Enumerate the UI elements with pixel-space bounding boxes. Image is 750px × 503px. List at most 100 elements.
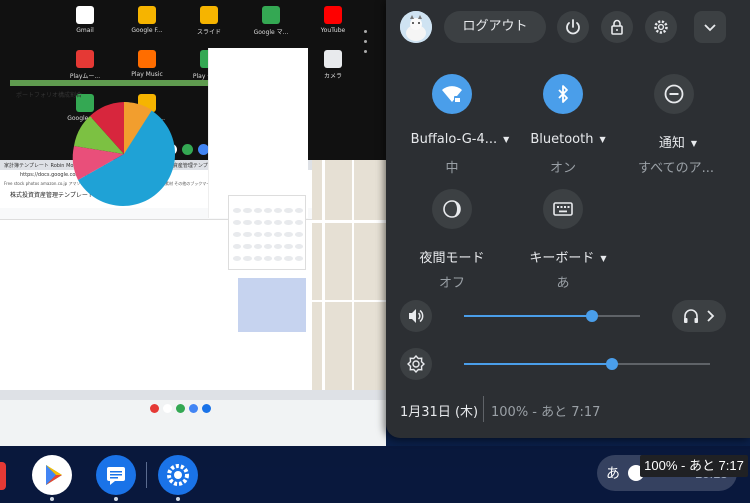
app-tile[interactable]: スライド xyxy=(184,6,234,36)
calendar-day[interactable] xyxy=(274,256,283,261)
calendar-day[interactable] xyxy=(253,220,262,225)
night-mode-icon xyxy=(443,200,461,218)
app-tile[interactable]: Google F... xyxy=(122,6,172,34)
lock-button[interactable] xyxy=(601,11,633,43)
lock-icon xyxy=(611,19,623,35)
wifi-label[interactable]: Buffalo-G-4... ▼ xyxy=(400,132,520,147)
play-store-app[interactable] xyxy=(32,455,72,495)
keyboard-label[interactable]: キーボード ▼ xyxy=(508,247,628,266)
wifi-icon xyxy=(442,86,462,102)
calendar-day[interactable] xyxy=(253,208,262,213)
ime-indicator: あ xyxy=(606,466,620,482)
app-icon xyxy=(138,50,156,68)
calendar-day[interactable] xyxy=(284,220,293,225)
wifi-status: 中 xyxy=(445,161,459,176)
notification-label[interactable]: 通知 ▼ xyxy=(618,132,738,151)
bluetooth-label[interactable]: Bluetooth ▼ xyxy=(508,132,628,147)
calendar-day[interactable] xyxy=(243,208,252,213)
calendar-day[interactable] xyxy=(274,244,283,249)
bluetooth-status: オン xyxy=(549,161,576,176)
launcher-page-dots[interactable] xyxy=(364,30,368,60)
mute-button[interactable] xyxy=(400,300,432,332)
calendar-day[interactable] xyxy=(263,232,273,237)
dropdown-arrow-icon: ▼ xyxy=(599,135,606,144)
calendar-day[interactable] xyxy=(233,208,242,213)
calendar-popup[interactable] xyxy=(228,195,306,270)
date-label[interactable]: 1月31日 (木) xyxy=(400,401,478,420)
calendar-day[interactable] xyxy=(294,208,303,213)
app-label: カメラ xyxy=(323,73,342,80)
calendar-day[interactable] xyxy=(274,208,283,213)
logout-button[interactable]: ログアウト xyxy=(444,11,546,43)
settings-button[interactable] xyxy=(645,11,677,43)
calendar-day[interactable] xyxy=(284,244,293,249)
notification-status: すべてのア... xyxy=(638,161,714,176)
calendar-day[interactable] xyxy=(263,208,273,213)
bluetooth-toggle[interactable] xyxy=(543,74,583,114)
running-indicator xyxy=(176,497,180,501)
calendar-day[interactable] xyxy=(243,232,252,237)
calendar-day[interactable] xyxy=(274,232,283,237)
calendar-day[interactable] xyxy=(253,244,262,249)
calendar-day[interactable] xyxy=(243,244,252,249)
calendar-day[interactable] xyxy=(253,256,262,261)
app-icon xyxy=(200,6,218,24)
brightness-button xyxy=(400,348,432,380)
calendar-day[interactable] xyxy=(233,244,242,249)
shelf-divider xyxy=(146,462,147,488)
brightness-icon xyxy=(407,355,425,373)
map-window[interactable] xyxy=(312,160,386,390)
audio-settings-button[interactable] xyxy=(672,300,726,332)
settings-app[interactable] xyxy=(158,455,198,495)
power-button[interactable] xyxy=(557,11,589,43)
calendar-day[interactable] xyxy=(284,256,293,261)
calendar-day[interactable] xyxy=(263,244,273,249)
notification-toggle[interactable] xyxy=(654,74,694,114)
app-tile[interactable]: Google マ... xyxy=(246,6,296,36)
calendar-day[interactable] xyxy=(233,220,242,225)
app-icon xyxy=(76,6,94,24)
app-icon xyxy=(76,50,94,68)
keyboard-status: あ xyxy=(556,276,570,291)
app-tile[interactable]: YouTube xyxy=(308,6,358,34)
calendar-day[interactable] xyxy=(284,208,293,213)
do-not-disturb-icon xyxy=(664,84,684,104)
calendar-day[interactable] xyxy=(243,256,252,261)
running-indicator xyxy=(114,497,118,501)
calendar-day[interactable] xyxy=(253,232,262,237)
keyboard-toggle[interactable] xyxy=(543,189,583,229)
calendar-day[interactable] xyxy=(274,220,283,225)
app-label: YouTube xyxy=(320,27,346,34)
chevron-down-icon xyxy=(704,24,716,32)
calendar-day[interactable] xyxy=(233,256,242,261)
calendar-day[interactable] xyxy=(294,232,303,237)
night-mode-toggle[interactable] xyxy=(432,189,472,229)
calendar-day[interactable] xyxy=(294,220,303,225)
messages-app[interactable] xyxy=(96,455,136,495)
brightness-thumb[interactable] xyxy=(605,358,618,370)
calendar-day[interactable] xyxy=(263,256,273,261)
app-label: Gmail xyxy=(76,27,94,34)
app-tile[interactable]: Playムー... xyxy=(60,50,110,80)
calendar-day[interactable] xyxy=(233,232,242,237)
screen: Gmail Google F... スライド Google マ... YouTube Pl… xyxy=(0,0,750,503)
calendar-day[interactable] xyxy=(294,256,303,261)
night-mode-label[interactable]: 夜間モード xyxy=(392,247,512,266)
sheet-header-row xyxy=(10,80,210,86)
calendar-day[interactable] xyxy=(263,220,273,225)
calendar-day[interactable] xyxy=(284,232,293,237)
app-tile[interactable]: Play Music xyxy=(122,50,172,78)
app-icon xyxy=(138,6,156,24)
brightness-fill xyxy=(464,363,612,365)
calendar-day[interactable] xyxy=(294,244,303,249)
calendar-grid[interactable] xyxy=(233,208,303,266)
calendar-event-block[interactable] xyxy=(238,278,306,332)
wifi-toggle[interactable] xyxy=(432,74,472,114)
gear-icon xyxy=(167,464,189,486)
app-tile[interactable]: Gmail xyxy=(60,6,110,34)
collapse-button[interactable] xyxy=(694,11,726,43)
calendar-day[interactable] xyxy=(243,220,252,225)
avatar[interactable] xyxy=(400,11,432,43)
app-tile[interactable]: カメラ xyxy=(308,50,358,80)
shelf-app-partial[interactable] xyxy=(0,462,6,490)
